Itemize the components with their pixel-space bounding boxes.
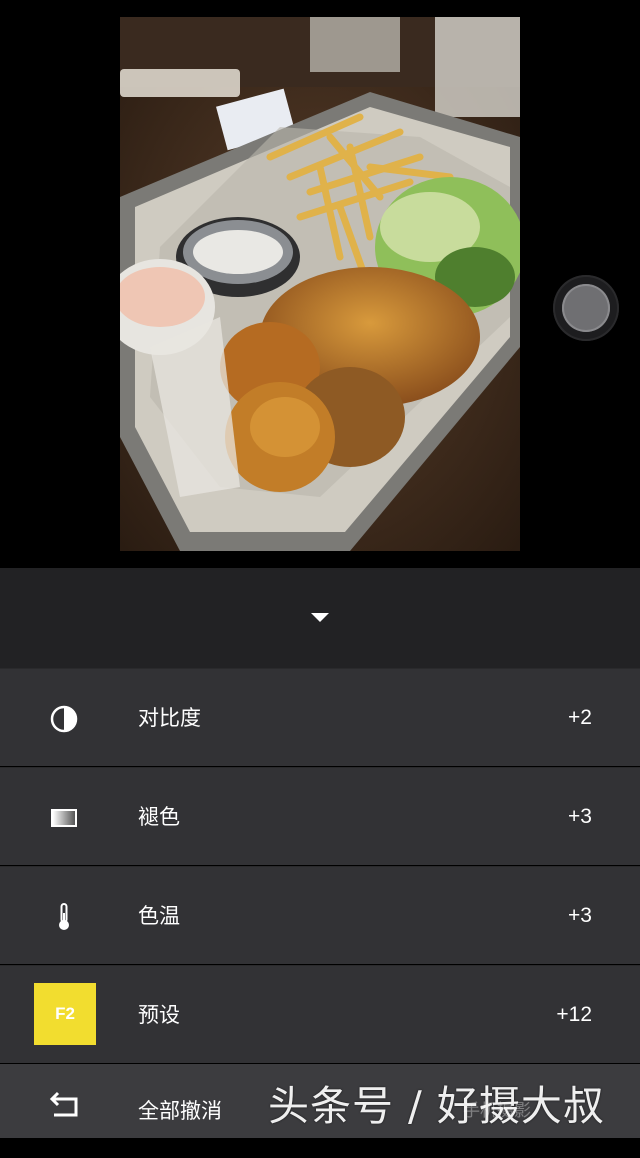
collapse-arrow-icon[interactable]: [311, 613, 329, 622]
preset-thumbnail[interactable]: F2: [34, 983, 96, 1045]
adjustment-value: +3: [568, 805, 592, 828]
undo-icon: [49, 1091, 78, 1117]
watermark: 头条号 / 好摄大叔: [268, 1082, 605, 1130]
adjustment-label: 对比度: [138, 706, 201, 730]
adjustment-value: +3: [568, 904, 592, 927]
thermometer-icon: [59, 903, 69, 930]
adjustment-label: 预设: [138, 1003, 180, 1027]
shutter-button-icon: [562, 284, 610, 332]
adjustment-value: +12: [556, 1003, 592, 1026]
fade-icon: [51, 809, 77, 827]
adjustment-row-temperature[interactable]: 色温 +3: [0, 866, 640, 964]
contrast-icon: [50, 705, 78, 733]
adjustment-label: 褪色: [138, 805, 180, 829]
food-photo-image: [120, 17, 520, 551]
adjustment-value: +2: [568, 706, 592, 729]
food-photo: [120, 17, 520, 551]
adjustment-row-fade[interactable]: 褪色 +3: [0, 767, 640, 865]
shutter-button[interactable]: [553, 275, 619, 341]
photo-area: [0, 0, 640, 568]
adjustment-label: 色温: [138, 904, 180, 928]
adjustment-row-contrast[interactable]: 对比度 +2: [0, 668, 640, 766]
undo-all-label: 全部撤消: [138, 1099, 222, 1123]
watermark-small: 手机摄影: [463, 1101, 531, 1121]
adjustment-row-preset[interactable]: F2 预设 +12: [0, 965, 640, 1063]
